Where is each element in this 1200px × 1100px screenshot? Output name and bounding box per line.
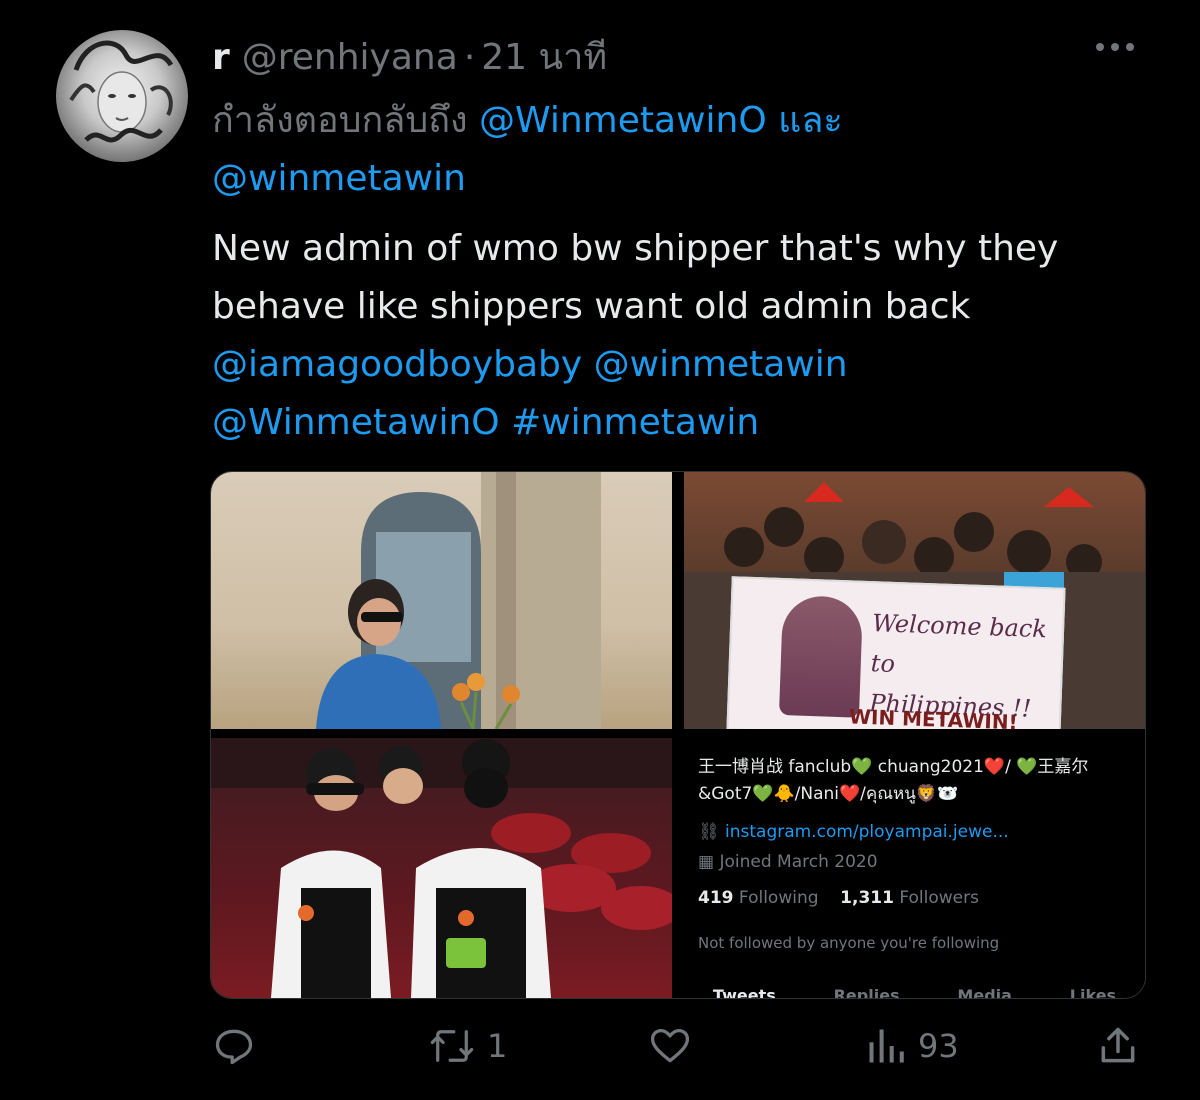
tweet-action-bar: 1 93 xyxy=(212,1020,1142,1072)
media-grid: Welcome back to Philippines !! WIN METAW… xyxy=(210,471,1146,999)
profile-website-link[interactable]: instagram.com/ployampai.jewe... xyxy=(725,822,1009,842)
avatar-art-icon xyxy=(69,40,174,143)
mention-link[interactable]: @WinmetawinO xyxy=(212,402,500,443)
photo-1[interactable] xyxy=(211,472,672,729)
profile-link-row: ⛓ instagram.com/ployampai.jewe... xyxy=(698,822,1009,842)
replying-user-link-2[interactable]: @winmetawin xyxy=(212,158,466,199)
profile-joined-row: ▦ Joined March 2020 xyxy=(698,852,878,872)
photo-portrait-image xyxy=(316,472,601,729)
tweet-header: r @renhiyana · 21 นาที xyxy=(212,28,607,78)
banner-line-1: Welcome back to xyxy=(870,609,1048,678)
following-label: Following xyxy=(738,888,819,908)
retweet-button[interactable]: 1 xyxy=(427,1020,507,1072)
profile-tab-likes[interactable]: Likes xyxy=(1070,986,1116,998)
profile-bio-line: 王一博肖战 fanclub💚 chuang2021❤️/ 💚王嘉尔 xyxy=(698,757,1089,777)
replying-to: กำลังตอบกลับถึง @WinmetawinO และ @winmet… xyxy=(212,92,1112,208)
replying-and-link[interactable]: และ xyxy=(778,100,843,141)
views-count: 93 xyxy=(918,1027,959,1065)
heart-icon xyxy=(650,1028,690,1063)
profile-bio-line: &Got7💚🐥/Nani❤️/คุณหนู🦁🐻‍❄️ xyxy=(698,784,959,804)
mention-link[interactable]: @iamagoodboybaby xyxy=(212,344,582,385)
profile-tab-tweets[interactable]: Tweets xyxy=(713,986,776,998)
replying-prefix: กำลังตอบกลับถึง xyxy=(212,100,468,141)
followers-label: Followers xyxy=(899,888,979,908)
views-chart-icon xyxy=(869,1029,904,1063)
calendar-icon: ▦ xyxy=(698,852,715,872)
reply-button[interactable] xyxy=(212,1020,266,1072)
profile-tab-media[interactable]: Media xyxy=(957,986,1012,998)
author-display-name[interactable]: r xyxy=(212,37,230,78)
hashtag-link[interactable]: #winmetawin xyxy=(511,402,759,443)
welcome-banner: Welcome back to Philippines !! WIN METAW… xyxy=(726,576,1066,729)
profile-tabs: Tweets Replies Media Likes xyxy=(684,986,1145,998)
profile-joined: Joined March 2020 xyxy=(719,852,878,872)
views-button[interactable]: 93 xyxy=(864,1020,959,1072)
link-icon: ⛓ xyxy=(698,822,720,842)
photo-theater-image xyxy=(211,738,672,998)
profile-not-followed: Not followed by anyone you're following xyxy=(698,934,1000,952)
more-options-icon[interactable] xyxy=(1096,40,1140,54)
tweet-text: New admin of wmo bw shipper that's why t… xyxy=(212,220,1162,452)
author-avatar[interactable] xyxy=(56,30,188,162)
followers-count: 1,311 xyxy=(840,888,894,908)
tweet-text-line: New admin of wmo bw shipper that's why t… xyxy=(212,228,1059,269)
author-handle[interactable]: @renhiyana xyxy=(242,37,458,78)
photo-2[interactable]: Welcome back to Philippines !! WIN METAW… xyxy=(684,472,1145,729)
like-button[interactable] xyxy=(647,1020,703,1072)
retweet-icon xyxy=(430,1030,474,1062)
tweet-text-line: behave like shippers want old admin back xyxy=(212,286,971,327)
reply-icon xyxy=(215,1029,253,1065)
following-count: 419 xyxy=(698,888,734,908)
share-icon xyxy=(1101,1027,1135,1063)
retweet-count: 1 xyxy=(487,1027,508,1065)
profile-tab-replies[interactable]: Replies xyxy=(834,986,900,998)
tweet-timestamp[interactable]: 21 นาที xyxy=(481,28,607,85)
photo-3[interactable] xyxy=(211,738,672,998)
mention-link[interactable]: @winmetawin xyxy=(594,344,848,385)
profile-follow-counts: 419 Following 1,311 Followers xyxy=(698,888,979,908)
replying-user-link[interactable]: @WinmetawinO xyxy=(479,100,767,141)
separator-dot: · xyxy=(463,37,476,78)
photo-4-profile-screenshot[interactable]: 王一博肖战 fanclub💚 chuang2021❤️/ 💚王嘉尔 &Got7💚… xyxy=(684,738,1145,998)
share-button[interactable] xyxy=(1096,1020,1140,1072)
